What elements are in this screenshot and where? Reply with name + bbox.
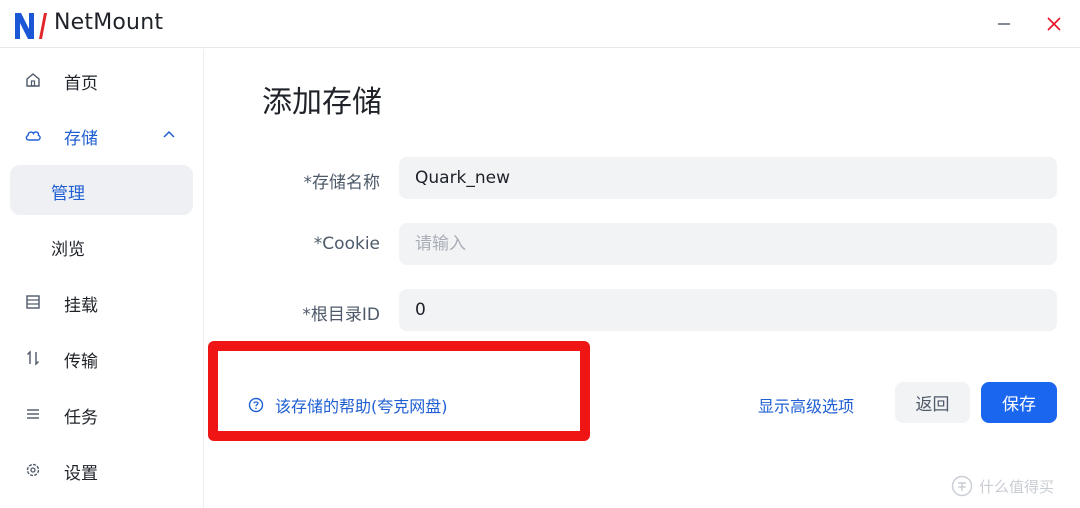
storage-name-label: *存储名称 xyxy=(303,173,381,193)
sidebar-item-settings[interactable]: 设置 xyxy=(10,445,193,495)
sidebar-item-label: 传输 xyxy=(64,352,98,372)
sidebar-item-storage[interactable]: 存储 xyxy=(10,110,193,160)
cookie-label: *Cookie xyxy=(313,234,380,254)
root-id-input[interactable] xyxy=(399,289,1057,331)
sidebar-item-label: 管理 xyxy=(51,184,85,204)
sidebar-item-browse[interactable]: 浏览 xyxy=(10,221,193,271)
sidebar-item-label: 浏览 xyxy=(51,240,85,260)
sidebar-item-label: 挂载 xyxy=(64,296,98,316)
home-icon xyxy=(24,71,42,89)
sidebar-item-label: 设置 xyxy=(64,464,98,484)
minimize-button[interactable] xyxy=(990,10,1018,38)
page-title: 添加存储 xyxy=(262,85,382,120)
watermark: 什么值得买 xyxy=(951,474,1054,498)
storage-help-link-text: 该存储的帮助(夸克网盘) xyxy=(275,397,448,416)
sidebar-item-label: 任务 xyxy=(64,408,98,428)
title-bar: NetMount xyxy=(0,0,1080,48)
cookie-input[interactable] xyxy=(399,223,1057,265)
root-id-label: *根目录ID xyxy=(302,305,380,325)
watermark-logo-icon xyxy=(951,475,973,497)
highlight-box xyxy=(208,341,590,441)
mount-icon xyxy=(24,293,42,311)
task-list-icon xyxy=(24,405,42,423)
back-button[interactable]: 返回 xyxy=(895,382,970,423)
sidebar-item-label: 首页 xyxy=(64,74,98,94)
storage-help-link[interactable]: 该存储的帮助(夸克网盘) xyxy=(248,393,448,417)
sidebar: 首页 存储 管理 浏览 挂载 传输 任务 设置 xyxy=(0,49,204,508)
main-panel: 添加存储 *存储名称 *Cookie *根目录ID 该存储的帮助(夸克网盘) 显… xyxy=(205,49,1080,508)
sidebar-item-label: 存储 xyxy=(64,129,98,149)
sidebar-item-transfer[interactable]: 传输 xyxy=(10,333,193,383)
watermark-text: 什么值得买 xyxy=(979,477,1055,496)
minimize-icon xyxy=(998,23,1010,25)
close-button[interactable] xyxy=(1040,10,1068,38)
sidebar-item-home[interactable]: 首页 xyxy=(10,55,193,105)
show-advanced-options-link[interactable]: 显示高级选项 xyxy=(758,393,854,417)
sidebar-item-manage[interactable]: 管理 xyxy=(10,165,193,215)
app-title: NetMount xyxy=(54,10,164,35)
storage-name-input[interactable] xyxy=(399,157,1057,199)
cloud-icon xyxy=(24,126,42,144)
gear-icon xyxy=(24,461,42,479)
transfer-icon xyxy=(24,349,42,367)
chevron-up-icon xyxy=(163,130,175,138)
help-circle-icon xyxy=(248,397,264,413)
netmount-logo-icon xyxy=(15,13,47,39)
close-icon xyxy=(1047,17,1061,31)
sidebar-item-tasks[interactable]: 任务 xyxy=(10,389,193,439)
sidebar-item-mount[interactable]: 挂载 xyxy=(10,277,193,327)
save-button[interactable]: 保存 xyxy=(981,382,1057,423)
